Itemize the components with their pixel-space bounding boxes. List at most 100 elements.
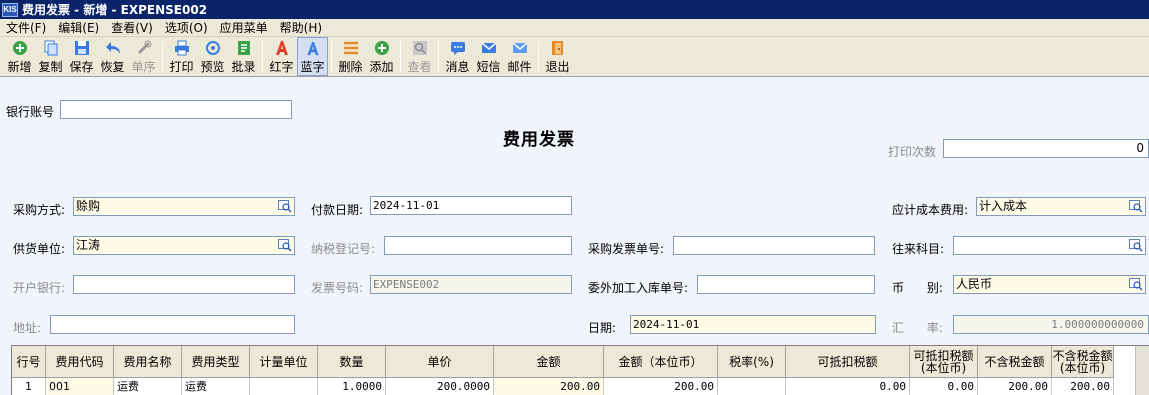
col-header-deductible-tax[interactable]: 可抵扣税额	[786, 346, 910, 378]
preview-icon	[205, 41, 220, 55]
date-input[interactable]: 2024-11-01	[630, 315, 876, 334]
supplier-value: 江涛	[76, 238, 101, 252]
lookup-icon[interactable]	[1129, 200, 1143, 213]
table-row[interactable]: 1 001 运费 运费 1.0000 200.0000 200.00 200.0…	[12, 378, 1114, 395]
bank-account-input[interactable]	[60, 100, 292, 119]
bank-label: 开户银行:	[13, 281, 66, 295]
menu-file[interactable]: 文件(F)	[0, 19, 52, 36]
col-header-tax-rate[interactable]: 税率(%)	[718, 346, 786, 378]
mail-icon	[512, 42, 527, 53]
exit-button[interactable]: 退出	[542, 37, 573, 76]
toolbar: 新增 复制 保存 恢复 单序 打印 预览 批录 红字 蓝字 删除 添加 查看 消…	[0, 37, 1149, 77]
email-button[interactable]: 邮件	[504, 37, 535, 76]
purchase-method-value: 赊购	[76, 199, 101, 213]
cell-deductible-tax-base[interactable]: 0.00	[910, 378, 978, 395]
account-subject-input[interactable]	[953, 236, 1146, 255]
cell-expense-type[interactable]: 运费	[182, 378, 250, 395]
preview-button[interactable]: 预览	[197, 37, 228, 76]
col-header-quantity[interactable]: 数量	[318, 346, 386, 378]
cell-tax-rate[interactable]	[718, 378, 786, 395]
copy-button[interactable]: 复制	[35, 37, 66, 76]
menu-options[interactable]: 选项(O)	[159, 19, 214, 36]
col-header-net-amount[interactable]: 不含税金额	[978, 346, 1052, 378]
col-header-net-amount-base[interactable]: 不含税金额(本位币)	[1052, 346, 1114, 378]
new-button[interactable]: 新增	[4, 37, 35, 76]
invoice-no-field: EXPENSE002	[370, 275, 572, 294]
cell-deductible-tax[interactable]: 0.00	[786, 378, 910, 395]
add-button[interactable]: 添加	[366, 37, 397, 76]
col-header-amount-base[interactable]: 金额（本位币）	[604, 346, 718, 378]
toolbar-separator	[262, 41, 263, 72]
cell-amount[interactable]: 200.00	[494, 378, 604, 395]
currency-input[interactable]: 人民币	[953, 275, 1146, 294]
cell-unit-price[interactable]: 200.0000	[386, 378, 494, 395]
save-button[interactable]: 保存	[66, 37, 97, 76]
save-disk-icon	[74, 41, 89, 55]
menu-app[interactable]: 应用菜单	[214, 19, 274, 36]
outsource-receipt-no-input[interactable]	[697, 275, 875, 294]
exchange-rate-label: 汇 率:	[892, 321, 943, 335]
purchase-method-input[interactable]: 赊购	[73, 197, 295, 216]
payment-date-input[interactable]: 2024-11-01	[370, 196, 572, 215]
tax-reg-no-label: 纳税登记号:	[311, 242, 376, 256]
col-header-unit-price[interactable]: 单价	[386, 346, 494, 378]
app-logo-icon: KIS	[2, 2, 18, 17]
cell-expense-code[interactable]: 001	[46, 378, 114, 395]
magnifier-icon	[412, 41, 427, 55]
grid-header: 行号 费用代码 费用名称 费用类型 计量单位 数量 单价 金额 金额（本位币） …	[12, 346, 1114, 378]
address-input[interactable]	[50, 315, 295, 334]
cell-quantity[interactable]: 1.0000	[318, 378, 386, 395]
cell-row-no: 1	[12, 378, 46, 395]
supplier-input[interactable]: 江涛	[73, 236, 295, 255]
grid-vertical-scrollbar[interactable]	[1135, 346, 1149, 395]
lookup-icon[interactable]	[1129, 239, 1143, 252]
cost-expense-label: 应计成本费用:	[892, 203, 969, 217]
bank-account-label: 银行账号	[6, 105, 55, 119]
invoice-form: 银行账号 费用发票 打印次数 0 采购方式: 赊购 付款日期: 2024-11-…	[0, 77, 1149, 345]
col-header-row-no[interactable]: 行号	[12, 346, 46, 378]
bank-input[interactable]	[73, 275, 295, 294]
blue-letter-a-icon	[306, 41, 319, 56]
currency-label: 币 别:	[892, 281, 943, 295]
undo-arrow-icon	[105, 42, 120, 54]
sequence-button[interactable]: 单序	[128, 37, 159, 76]
col-header-unit[interactable]: 计量单位	[250, 346, 318, 378]
lookup-icon[interactable]	[278, 200, 292, 213]
lookup-icon[interactable]	[1129, 278, 1143, 291]
cost-expense-input[interactable]: 计入成本	[976, 197, 1146, 216]
message-button[interactable]: 消息	[442, 37, 473, 76]
menu-bar: 文件(F) 编辑(E) 查看(V) 选项(O) 应用菜单 帮助(H)	[0, 19, 1149, 37]
purchase-invoice-no-input[interactable]	[673, 236, 875, 255]
print-button[interactable]: 打印	[166, 37, 197, 76]
cell-amount-base[interactable]: 200.00	[604, 378, 718, 395]
delete-button[interactable]: 删除	[335, 37, 366, 76]
cell-expense-name[interactable]: 运费	[114, 378, 182, 395]
menu-edit[interactable]: 编辑(E)	[52, 19, 105, 36]
col-header-expense-name[interactable]: 费用名称	[114, 346, 182, 378]
batch-doc-icon	[237, 41, 250, 55]
col-header-expense-code[interactable]: 费用代码	[46, 346, 114, 378]
exit-door-icon	[551, 41, 563, 55]
cell-net-amount-base[interactable]: 200.00	[1052, 378, 1114, 395]
col-header-amount[interactable]: 金额	[494, 346, 604, 378]
purchase-invoice-no-label: 采购发票单号:	[588, 242, 665, 256]
cell-unit[interactable]	[250, 378, 318, 395]
col-header-expense-type[interactable]: 费用类型	[182, 346, 250, 378]
exchange-rate-field: 1.000000000000	[953, 315, 1149, 334]
sms-button[interactable]: 短信	[473, 37, 504, 76]
view-button[interactable]: 查看	[404, 37, 435, 76]
col-header-deductible-tax-base[interactable]: 可抵扣税额(本位币)	[910, 346, 978, 378]
batch-record-button[interactable]: 批录	[228, 37, 259, 76]
menu-help[interactable]: 帮助(H)	[274, 19, 328, 36]
red-word-button[interactable]: 红字	[266, 37, 297, 76]
envelope-icon	[481, 42, 496, 53]
tax-reg-no-input[interactable]	[384, 236, 572, 255]
currency-value: 人民币	[956, 277, 993, 291]
payment-date-label: 付款日期:	[311, 203, 364, 217]
blue-word-button[interactable]: 蓝字	[297, 37, 328, 76]
lookup-icon[interactable]	[278, 239, 292, 252]
menu-view[interactable]: 查看(V)	[105, 19, 159, 36]
copy-icon	[44, 40, 57, 56]
restore-button[interactable]: 恢复	[97, 37, 128, 76]
cell-net-amount[interactable]: 200.00	[978, 378, 1052, 395]
